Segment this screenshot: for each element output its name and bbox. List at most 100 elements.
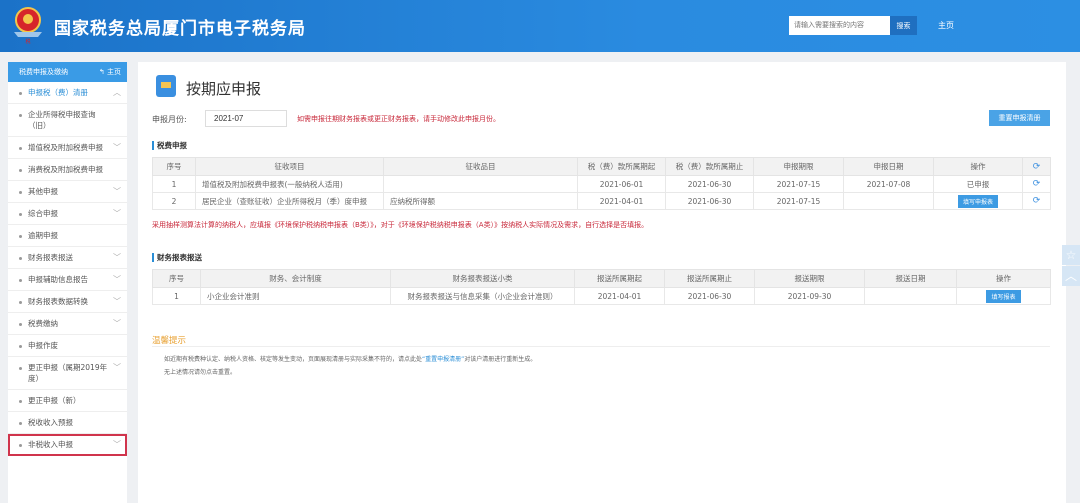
fill-report-button[interactable]: 填写申报表 [957, 194, 998, 208]
refresh-icon[interactable]: ⟳ [1022, 175, 1051, 193]
period-end: 2021-06-30 [664, 287, 755, 305]
levy-item: 居民企业（查账征收）企业所得税月（季）度申报 [195, 192, 384, 210]
favorite-star-icon[interactable]: ☆ [1062, 245, 1080, 265]
sidebar-item-label: 逾期申报 [28, 231, 58, 240]
sidebar-item-label: 其他申报 [28, 187, 58, 196]
month-label: 申报月份: [152, 115, 187, 124]
sidebar-item-label: 增值税及附加税费申报 [28, 143, 103, 152]
chevron-down-icon: ﹀ [113, 297, 121, 306]
back-arrow-icon: ↰ [98, 68, 107, 76]
sidebar-item-label: 申报税（费）清册 [28, 88, 88, 97]
period-start: 2021-04-01 [574, 287, 665, 305]
sidebar-item[interactable]: 财务报表报送 ﹀ [8, 247, 127, 269]
reset-list-link[interactable]: “重置申报清册” [422, 356, 464, 363]
sidebar-item[interactable]: 非税收入申报 ﹀ [8, 434, 127, 456]
month-warning: 如需申报往期财务报表或更正财务报表，请手动修改此申报月份。 [297, 115, 500, 123]
sidebar-item[interactable]: 申报税（费）清册 ︿ [8, 82, 127, 104]
column-header: 序号 [152, 157, 196, 176]
column-header: 操作 [933, 157, 1023, 176]
sidebar-item-label: 财务报表报送 [28, 253, 73, 262]
sidebar-item[interactable]: 逾期申报 [8, 225, 127, 247]
home-link[interactable]: 主页 [938, 20, 954, 31]
column-header: 报送期限 [754, 269, 865, 288]
row-no: 2 [152, 192, 196, 210]
column-header: 操作 [956, 269, 1051, 288]
row-no: 1 [152, 287, 201, 305]
tax-table: 序号 征收项目 征收品目 税（费）款所属期起 税（费）款所属期止 申报期限 申报日期 操作 ⟳ … [152, 157, 1051, 210]
tips-title: 温馨提示 [152, 336, 187, 346]
levy-subitem [383, 175, 578, 193]
deadline: 2021-09-30 [754, 287, 865, 305]
column-header: 税（费）款所属期止 [665, 157, 754, 176]
back-to-top-icon[interactable]: ︿ [1062, 266, 1080, 286]
sidebar-header: 税费申报及缴纳 ↰ 主页 [8, 62, 127, 82]
tax-emblem-logo: 税 [14, 7, 42, 44]
tax-section-title: 税费申报 [152, 141, 187, 150]
chevron-down-icon: ﹀ [113, 143, 121, 152]
env-tax-warning: 采用抽样测算法计算的纳税人，应填报《环境保护税纳税申报表（B类）》，对于《环境保… [152, 221, 649, 229]
chevron-down-icon: ﹀ [113, 275, 121, 284]
page-title: 按期应申报 [186, 80, 262, 98]
table-row: 1 增值税及附加税费申报表(一般纳税人适用) 2021-06-01 2021-0… [152, 175, 1051, 193]
period-start: 2021-04-01 [577, 192, 666, 210]
operation-cell: 已申报 [933, 175, 1023, 193]
sidebar-item[interactable]: 企业所得税申报查询（旧） [8, 104, 127, 137]
month-input[interactable] [205, 110, 287, 127]
search-button[interactable]: 搜索 [890, 16, 917, 35]
chevron-down-icon: ﹀ [113, 187, 121, 196]
fin-section-title: 财务报表报送 [152, 253, 202, 262]
sidebar-item[interactable]: 申报作废 [8, 335, 127, 357]
column-header: 财务报表报送小类 [390, 269, 575, 288]
chevron-up-icon: ︿ [113, 88, 121, 97]
deadline: 2021-07-15 [753, 175, 844, 193]
column-header: 征收项目 [195, 157, 384, 176]
fill-report-button[interactable]: 填写报表 [986, 289, 1021, 303]
levy-item: 增值税及附加税费申报表(一般纳税人适用) [195, 175, 384, 193]
tip-line-1: 如近期有税费种认定、纳税人资格、核定等发生变动，页面展现清册与实际采集不符的，请… [164, 356, 537, 363]
column-header: 财务、会计制度 [200, 269, 391, 288]
sidebar-item[interactable]: 其他申报 ﹀ [8, 181, 127, 203]
sidebar-item[interactable]: 税收收入预报 [8, 412, 127, 434]
sidebar-home-link[interactable]: ↰ 主页 [99, 67, 121, 77]
period-start: 2021-06-01 [577, 175, 666, 193]
accounting-system: 小企业会计准则 [200, 287, 391, 305]
sidebar-item-label: 企业所得税申报查询（旧） [28, 110, 96, 130]
column-header: 税（费）款所属期起 [577, 157, 666, 176]
filing-date: 2021-07-08 [843, 175, 934, 193]
period-end: 2021-06-30 [665, 192, 754, 210]
tip-line-2: 无上述情况请勿点击重置。 [164, 369, 237, 376]
financial-report-table: 序号 财务、会计制度 财务报表报送小类 报送所属期起 报送所属期止 报送期限 报送日期 操作 … [152, 269, 1051, 305]
search-input[interactable] [789, 16, 890, 35]
sidebar-item[interactable]: 申报辅助信息报告 ﹀ [8, 269, 127, 291]
refresh-icon[interactable]: ⟳ [1022, 157, 1051, 176]
sidebar-item-label: 财务报表数据转换 [28, 297, 88, 306]
chevron-down-icon: ﹀ [113, 209, 121, 218]
column-header: 申报日期 [843, 157, 934, 176]
sidebar-item[interactable]: 消费税及附加税费申报 [8, 159, 127, 181]
sidebar-item-label: 综合申报 [28, 209, 58, 218]
notebook-icon [156, 75, 176, 97]
sidebar-item-label: 税收收入预报 [28, 418, 73, 427]
header: 税 国家税务总局厦门市电子税务局 搜索 主页 [0, 0, 1080, 52]
filing-date [843, 192, 934, 210]
sidebar-item[interactable]: 税费缴纳 ﹀ [8, 313, 127, 335]
sidebar-item-label: 更正申报（属期2019年度） [28, 363, 108, 383]
column-header: 报送所属期止 [664, 269, 755, 288]
site-title: 国家税务总局厦门市电子税务局 [54, 19, 306, 39]
sidebar-item[interactable]: 增值税及附加税费申报 ﹀ [8, 137, 127, 159]
sidebar-item[interactable]: 更正申报（新） [8, 390, 127, 412]
reset-list-button[interactable]: 重置申报清册 [989, 110, 1050, 126]
sidebar-item-label: 申报作废 [28, 341, 58, 350]
sidebar-item[interactable]: 更正申报（属期2019年度） ﹀ [8, 357, 127, 390]
sidebar-item[interactable]: 综合申报 ﹀ [8, 203, 127, 225]
table-row: 1 小企业会计准则 财务报表报送与信息采集（小企业会计准则） 2021-04-0… [152, 287, 1051, 305]
column-header: 序号 [152, 269, 201, 288]
deadline: 2021-07-15 [753, 192, 844, 210]
sidebar-title: 税费申报及缴纳 [19, 68, 68, 76]
levy-subitem: 应纳税所得额 [383, 192, 578, 210]
sidebar-item-label: 消费税及附加税费申报 [28, 165, 103, 174]
refresh-icon[interactable]: ⟳ [1022, 192, 1051, 210]
chevron-down-icon: ﹀ [113, 363, 121, 372]
sidebar-item[interactable]: 财务报表数据转换 ﹀ [8, 291, 127, 313]
row-no: 1 [152, 175, 196, 193]
